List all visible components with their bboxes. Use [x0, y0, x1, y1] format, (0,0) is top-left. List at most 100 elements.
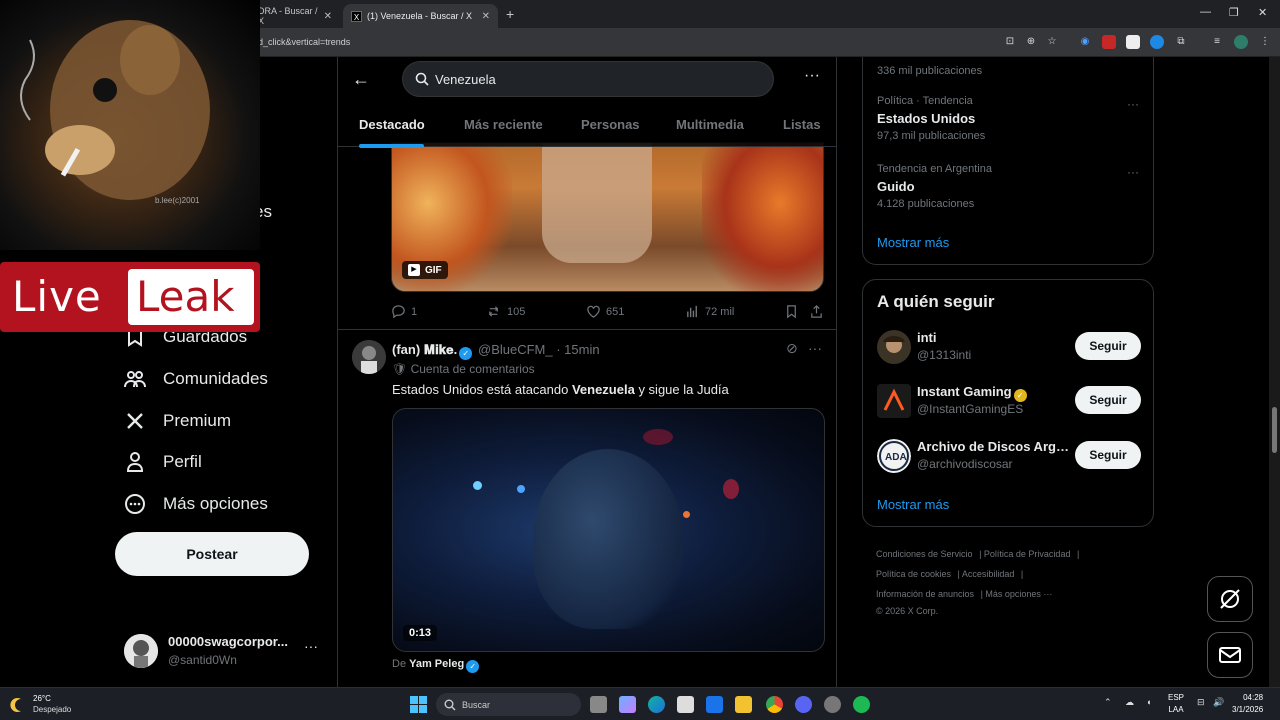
trend-count: 97,3 mil publicaciones: [877, 130, 986, 142]
avatar[interactable]: [352, 340, 386, 374]
extension-icon[interactable]: ◉: [1078, 35, 1092, 49]
extensions-puzzle-icon[interactable]: ⧉: [1174, 35, 1188, 49]
close-window-icon[interactable]: ✕: [1258, 6, 1267, 19]
tab-latest[interactable]: Más reciente: [464, 117, 543, 132]
tab-top[interactable]: Destacado: [359, 117, 425, 132]
url-text[interactable]: d_click&vertical=trends: [258, 37, 350, 47]
share-button[interactable]: [809, 304, 824, 319]
tray-mic-icon[interactable]: ◖: [1146, 697, 1151, 707]
more-icon[interactable]: ···: [304, 638, 318, 654]
maximize-icon[interactable]: ❐: [1229, 6, 1239, 19]
mail-app-icon[interactable]: [706, 696, 723, 713]
follow-button[interactable]: Seguir: [1075, 441, 1141, 469]
like-button[interactable]: 651: [586, 304, 624, 319]
nav-item-profile[interactable]: Perfil: [124, 448, 202, 476]
nav-item-more[interactable]: Más opciones: [124, 490, 268, 518]
more-icon[interactable]: ···: [1127, 165, 1139, 179]
taskbar-clock[interactable]: 04:28 3/1/2026: [1232, 692, 1263, 716]
footer-link[interactable]: Condiciones de Servicio: [876, 549, 973, 559]
close-tab-icon[interactable]: ✕: [482, 11, 490, 22]
account-switcher[interactable]: 00000swagcorpor... @santid0Wn ···: [124, 632, 324, 672]
copilot-icon[interactable]: [619, 696, 636, 713]
browser-tab-active[interactable]: X (1) Venezuela - Buscar / X ✕: [343, 4, 498, 28]
volume-icon[interactable]: 🔊: [1213, 697, 1224, 708]
extension-icon[interactable]: [1126, 35, 1140, 49]
discord-icon[interactable]: [795, 696, 812, 713]
trend-item[interactable]: 336 mil publicaciones: [877, 61, 982, 77]
reading-list-icon[interactable]: ≡: [1210, 35, 1224, 49]
browser-menu-icon[interactable]: ⋮: [1258, 35, 1272, 49]
scrollbar-thumb[interactable]: [1272, 407, 1277, 453]
extension-icon[interactable]: [1150, 35, 1164, 49]
trend-item[interactable]: Tendencia en Argentina Guido 4.128 publi…: [877, 163, 992, 210]
tweet-text-highlight[interactable]: Venezuela: [572, 382, 635, 397]
suggestion-handle: @InstantGamingES: [917, 402, 1024, 416]
folder-icon[interactable]: [735, 696, 752, 713]
edge-icon[interactable]: [648, 696, 665, 713]
follow-button[interactable]: Seguir: [1075, 386, 1141, 414]
new-tab-button[interactable]: +: [506, 6, 514, 22]
trend-item[interactable]: Política · Tendencia Estados Unidos 97,3…: [877, 95, 985, 142]
footer-link[interactable]: Información de anuncios: [876, 589, 974, 599]
minimize-icon[interactable]: —: [1200, 6, 1211, 18]
nav-label: Premium: [163, 411, 232, 430]
search-input[interactable]: [435, 71, 755, 87]
profile-avatar-icon[interactable]: [1234, 35, 1248, 49]
page-scrollbar[interactable]: [1269, 57, 1280, 687]
more-icon[interactable]: ···: [804, 67, 820, 85]
grok-icon[interactable]: ⊘: [786, 340, 798, 357]
spotify-icon[interactable]: [853, 696, 870, 713]
from-name[interactable]: Yam Peleg: [409, 658, 464, 670]
more-icon[interactable]: ···: [808, 340, 822, 356]
more-icon[interactable]: ···: [1127, 97, 1139, 111]
search-field[interactable]: [402, 61, 774, 97]
language-indicator[interactable]: ESP LAA: [1168, 692, 1184, 716]
clock-date: 3/1/2026: [1232, 705, 1264, 714]
close-tab-icon[interactable]: ✕: [324, 11, 332, 22]
chrome-icon[interactable]: [766, 696, 783, 713]
store-icon[interactable]: [677, 696, 694, 713]
tab-lists[interactable]: Listas: [783, 117, 821, 132]
follow-button[interactable]: Seguir: [1075, 332, 1141, 360]
windows-start-icon[interactable]: [410, 696, 427, 713]
nav-item-communities[interactable]: Comunidades: [124, 365, 268, 393]
search-icon: [415, 72, 429, 86]
reply-button[interactable]: 1: [391, 304, 417, 319]
post-button[interactable]: Postear: [115, 532, 309, 576]
nav-item-premium[interactable]: Premium: [124, 407, 231, 435]
network-icon[interactable]: ⊟: [1197, 697, 1205, 708]
extension-icon[interactable]: [1102, 35, 1116, 49]
browser-tab[interactable]: DRA - Buscar / X ✕: [250, 4, 340, 28]
tab-media[interactable]: Multimedia: [676, 117, 744, 132]
footer-link[interactable]: Política de cookies: [876, 569, 951, 579]
tweet-author-handle[interactable]: @BlueCFM_ · 15min: [478, 342, 600, 357]
bookmark-button[interactable]: [784, 304, 799, 319]
tweet-video[interactable]: 0:13: [392, 408, 825, 652]
follow-suggestion[interactable]: Instant Gaming ✓ @InstantGamingES Seguir: [877, 384, 1141, 424]
footer-link[interactable]: Más opciones ···: [985, 589, 1052, 599]
task-view-icon[interactable]: [590, 696, 607, 713]
avatar: [124, 634, 158, 668]
bookmark-star-icon[interactable]: ☆: [1045, 35, 1059, 49]
back-arrow-icon[interactable]: ←: [352, 69, 370, 90]
install-icon[interactable]: ⊡: [1003, 35, 1017, 49]
steam-icon[interactable]: [824, 696, 841, 713]
grok-button[interactable]: [1207, 576, 1253, 622]
follow-suggestion[interactable]: inti @1313inti Seguir: [877, 330, 1141, 370]
tray-chevron-icon[interactable]: ⌃: [1104, 697, 1112, 708]
follow-suggestion[interactable]: ADA Archivo de Discos Arge... @archivodi…: [877, 439, 1141, 479]
tweet-author-name[interactable]: (fan) 𝐌𝐢𝐤𝐞. ✓: [392, 342, 473, 360]
footer-link[interactable]: Política de Privacidad: [984, 549, 1071, 559]
repost-button[interactable]: 105: [487, 304, 525, 319]
show-more-link[interactable]: Mostrar más: [877, 235, 949, 250]
tweet-gif-media[interactable]: ▶ GIF: [391, 142, 824, 292]
show-more-link[interactable]: Mostrar más: [877, 497, 949, 512]
tray-cloud-icon[interactable]: ☁: [1125, 697, 1134, 708]
messages-button[interactable]: [1207, 632, 1253, 678]
views-button[interactable]: 72 mil: [685, 304, 734, 319]
footer-link[interactable]: Accesibilidad: [962, 569, 1015, 579]
taskbar-search[interactable]: Buscar: [436, 693, 581, 716]
video-light: [643, 429, 673, 445]
zoom-icon[interactable]: ⊕: [1024, 35, 1038, 49]
tab-people[interactable]: Personas: [581, 117, 640, 132]
